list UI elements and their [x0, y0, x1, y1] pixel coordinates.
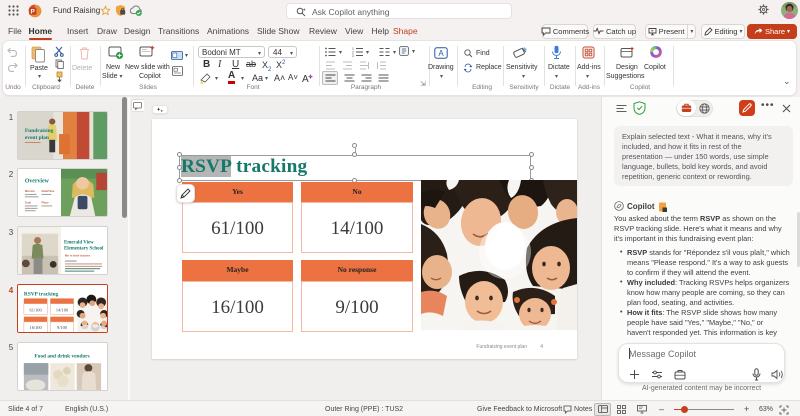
- svg-text:Date/Time: Date/Time: [41, 189, 54, 193]
- svg-text:61/100: 61/100: [30, 307, 42, 312]
- svg-text:9/100: 9/100: [57, 325, 67, 330]
- svg-text:Place: Place: [41, 201, 49, 205]
- svg-text:Emerald View: Emerald View: [64, 240, 94, 245]
- svg-text:16/100: 16/100: [30, 325, 42, 330]
- svg-text:RSVP tracking: RSVP tracking: [24, 292, 59, 298]
- svg-text:Elementary School: Elementary School: [64, 247, 104, 252]
- svg-text:Fundraising: Fundraising: [25, 128, 54, 134]
- svg-text:3: 3: [352, 54, 354, 57]
- svg-text:Overview: Overview: [25, 178, 50, 184]
- svg-text:A: A: [302, 74, 309, 84]
- svg-text:Me in their futures: Me in their futures: [65, 254, 91, 258]
- svg-text:Goal: Goal: [25, 201, 31, 205]
- svg-text:event plan: event plan: [25, 135, 49, 141]
- svg-text:Mission: Mission: [25, 189, 36, 193]
- svg-text:P: P: [31, 8, 36, 15]
- svg-text:A: A: [438, 49, 444, 58]
- svg-text:Food and drink vendors: Food and drink vendors: [34, 353, 89, 359]
- svg-text:14/100: 14/100: [56, 307, 68, 312]
